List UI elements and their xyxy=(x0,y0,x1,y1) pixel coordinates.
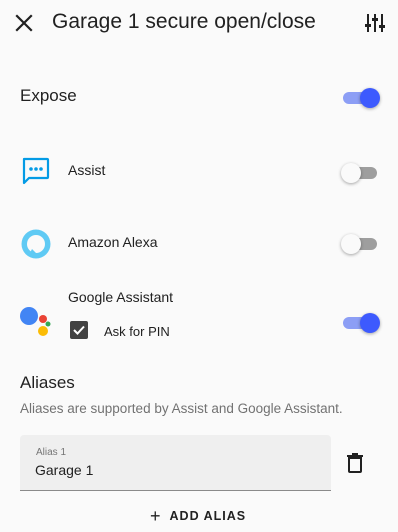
aliases-heading: Aliases xyxy=(20,373,75,392)
expose-label: Expose xyxy=(20,86,77,105)
aliases-description: Aliases are supported by Assist and Goog… xyxy=(20,401,343,416)
alias-input[interactable] xyxy=(35,460,315,480)
close-icon xyxy=(15,14,33,32)
close-button[interactable] xyxy=(12,11,36,35)
ask-pin-label: Ask for PIN xyxy=(104,324,170,339)
trash-icon xyxy=(347,453,363,473)
tune-icon xyxy=(365,14,385,32)
add-alias-label: ADD ALIAS xyxy=(169,509,247,523)
add-alias-button[interactable]: + ADD ALIAS xyxy=(150,504,246,528)
assistant-label-google: Google Assistant xyxy=(68,289,174,305)
settings-button[interactable] xyxy=(363,11,387,35)
dialog-header: Garage 1 secure open/close xyxy=(0,0,398,48)
google-assistant-icon xyxy=(19,305,53,344)
alias-field-label: Alias 1 xyxy=(36,447,67,458)
ask-pin-checkbox[interactable] xyxy=(70,321,88,339)
plus-icon: + xyxy=(150,506,161,526)
delete-alias-button[interactable] xyxy=(343,451,367,475)
alexa-icon xyxy=(20,228,52,265)
google-assistant-toggle[interactable] xyxy=(343,312,380,333)
assist-chat-icon xyxy=(21,157,50,190)
assist-toggle[interactable] xyxy=(341,162,379,183)
alexa-toggle[interactable] xyxy=(341,233,379,254)
checkmark-icon xyxy=(73,325,85,335)
expose-toggle[interactable] xyxy=(343,87,380,108)
page-title: Garage 1 secure open/close xyxy=(52,10,316,33)
assistant-label-assist: Assist xyxy=(68,162,106,178)
alias-text-field[interactable]: Alias 1 xyxy=(20,435,331,491)
assistant-label-alexa: Amazon Alexa xyxy=(68,234,158,250)
